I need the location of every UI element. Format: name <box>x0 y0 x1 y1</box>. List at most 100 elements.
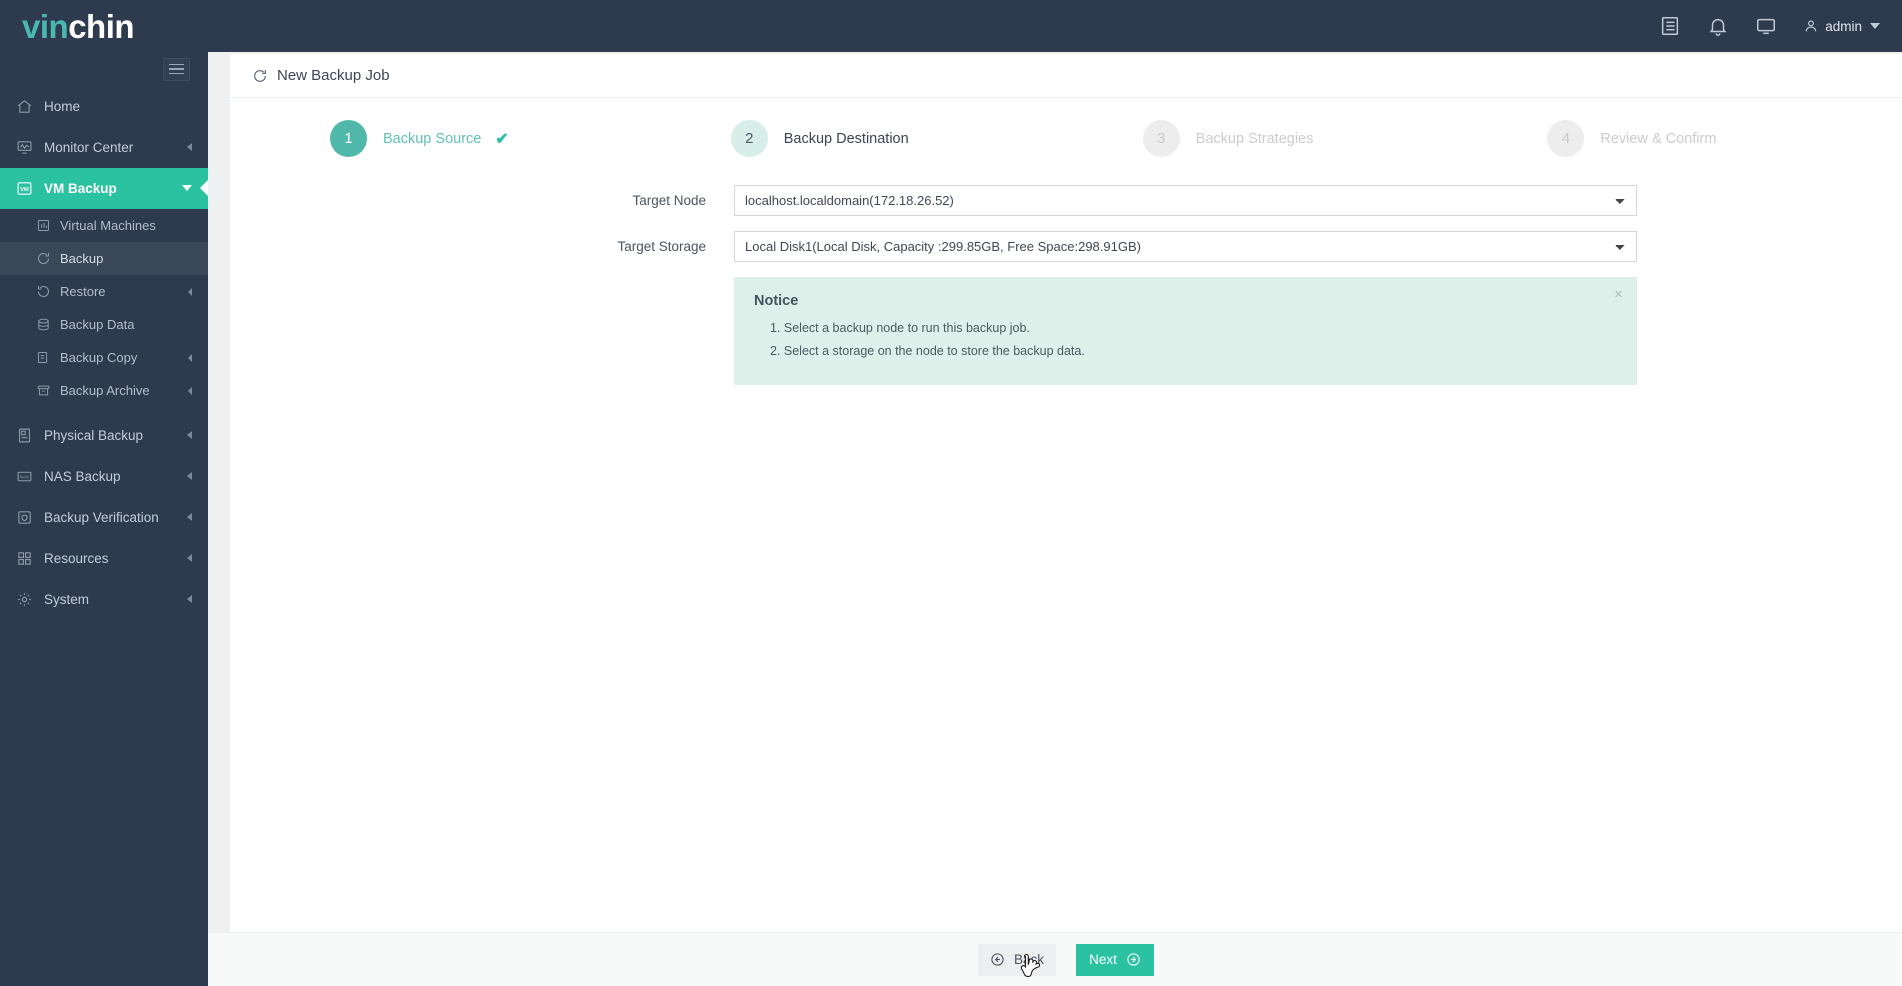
step-backup-strategies: 3 Backup Strategies <box>1142 120 1314 157</box>
user-avatar-icon <box>1803 18 1819 34</box>
system-gear-icon <box>16 591 33 608</box>
sidebar-subitem-label: Backup Data <box>60 317 135 332</box>
sidebar: Home Monitor Center VM VM Backup Virtual… <box>0 52 208 986</box>
notice-box: × Notice 1. Select a backup node to run … <box>734 277 1637 385</box>
sidebar-subitem-label: Backup <box>60 251 104 266</box>
sidebar-item-label: Resources <box>44 550 109 566</box>
chevron-down-icon <box>182 185 192 191</box>
monitor-center-icon <box>16 139 33 156</box>
sidebar-collapse-toggle-button[interactable] <box>163 57 190 81</box>
step-number: 4 <box>1547 120 1585 157</box>
chevron-right-icon <box>187 513 192 521</box>
physical-backup-icon <box>16 427 33 444</box>
chevron-right-icon <box>187 143 192 151</box>
chevron-down-icon <box>1870 23 1880 29</box>
target-node-select[interactable]: localhost.localdomain(172.18.26.52) <box>734 185 1637 216</box>
vm-backup-icon: VM <box>16 180 33 197</box>
sidebar-item-backup-copy[interactable]: Backup Copy <box>0 341 208 374</box>
sidebar-item-physical-backup[interactable]: Physical Backup <box>0 415 208 456</box>
arrow-left-circle-icon <box>990 952 1005 967</box>
console-monitor-icon[interactable] <box>1755 15 1777 37</box>
sidebar-item-backup-archive[interactable]: Backup Archive <box>0 374 208 407</box>
sidebar-item-label: Home <box>44 98 81 114</box>
backup-verification-icon <box>16 509 33 526</box>
sidebar-item-label: Physical Backup <box>44 427 144 443</box>
sidebar-item-virtual-machines[interactable]: Virtual Machines <box>0 209 208 242</box>
sidebar-item-label: NAS Backup <box>44 468 121 484</box>
backup-icon <box>36 251 51 266</box>
restore-icon <box>36 284 51 299</box>
close-icon[interactable]: × <box>1614 287 1623 302</box>
sidebar-item-backup-data[interactable]: Backup Data <box>0 308 208 341</box>
target-storage-row: Target Storage Local Disk1(Local Disk, C… <box>230 231 1902 262</box>
step-backup-source[interactable]: 1 Backup Source ✔ <box>330 120 509 157</box>
notice-line: 1. Select a backup node to run this back… <box>770 321 1030 335</box>
step-label: Review & Confirm <box>1600 130 1717 147</box>
chevron-right-icon <box>188 386 192 395</box>
wizard-footer: Back Next <box>208 932 1902 986</box>
sidebar-item-restore[interactable]: Restore <box>0 275 208 308</box>
sidebar-item-backup-verification[interactable]: Backup Verification <box>0 497 208 538</box>
sidebar-item-resources[interactable]: Resources <box>0 538 208 579</box>
logs-icon[interactable] <box>1659 15 1681 37</box>
back-button-label: Back <box>1013 952 1044 967</box>
target-node-label: Target Node <box>632 193 706 208</box>
backup-archive-icon <box>36 383 51 398</box>
user-menu[interactable]: admin <box>1803 18 1880 34</box>
refresh-circle-icon <box>252 68 268 84</box>
app-root: vinchin admin Home Monitor Center VM VM … <box>0 0 1902 986</box>
sidebar-item-system[interactable]: System <box>0 579 208 620</box>
svg-text:VM: VM <box>20 186 29 192</box>
step-number: 2 <box>730 120 768 157</box>
backup-copy-icon <box>36 350 51 365</box>
chevron-right-icon <box>187 431 192 439</box>
sidebar-item-backup[interactable]: Backup <box>0 242 208 275</box>
sidebar-item-label: System <box>44 591 90 607</box>
arrow-right-circle-icon <box>1126 952 1141 967</box>
new-backup-job-panel: New Backup Job 1 Backup Source ✔ 2 Backu… <box>230 54 1902 934</box>
step-spacer <box>1313 120 1547 157</box>
step-number: 3 <box>1142 120 1180 157</box>
step-label: Backup Source <box>383 130 482 147</box>
chevron-right-icon <box>188 287 192 296</box>
step-complete-check-icon: ✔ <box>495 130 509 148</box>
sidebar-item-label: Backup Verification <box>44 509 159 525</box>
step-spacer <box>909 120 1143 157</box>
sidebar-item-label: VM Backup <box>44 180 117 196</box>
step-label: Backup Destination <box>783 130 909 147</box>
notification-bell-icon[interactable] <box>1707 15 1729 37</box>
sidebar-item-home[interactable]: Home <box>0 86 208 127</box>
sidebar-subitem-label: Restore <box>60 284 106 299</box>
user-name: admin <box>1825 18 1862 34</box>
target-node-row: Target Node localhost.localdomain(172.18… <box>230 185 1902 216</box>
top-bar: vinchin admin <box>0 0 1902 52</box>
sidebar-item-vm-backup[interactable]: VM VM Backup <box>0 168 208 209</box>
backup-data-icon <box>36 317 51 332</box>
logo-text-primary: vin <box>22 7 69 45</box>
sidebar-item-nas-backup[interactable]: NAS NAS Backup <box>0 456 208 497</box>
page-title: New Backup Job <box>277 67 390 84</box>
chevron-right-icon <box>187 472 192 480</box>
target-storage-select[interactable]: Local Disk1(Local Disk, Capacity :299.85… <box>734 231 1637 262</box>
home-icon <box>16 98 33 115</box>
next-button[interactable]: Next <box>1076 943 1154 976</box>
notice-line: 2. Select a storage on the node to store… <box>770 344 1085 358</box>
step-label: Backup Strategies <box>1195 130 1314 147</box>
nas-backup-icon: NAS <box>16 468 33 485</box>
vinchin-logo[interactable]: vinchin <box>22 7 135 45</box>
sidebar-item-label: Monitor Center <box>44 139 134 155</box>
step-review-confirm: 4 Review & Confirm <box>1547 120 1716 157</box>
sidebar-divider <box>0 407 208 415</box>
chevron-right-icon <box>187 554 192 562</box>
backup-destination-form: Target Node localhost.localdomain(172.18… <box>230 157 1902 385</box>
step-backup-destination[interactable]: 2 Backup Destination <box>730 120 909 157</box>
sidebar-subitem-label: Virtual Machines <box>60 218 156 233</box>
sidebar-item-monitor-center[interactable]: Monitor Center <box>0 127 208 168</box>
wizard-steps: 1 Backup Source ✔ 2 Backup Destination 3… <box>230 98 1902 157</box>
logo-text-secondary: chin <box>68 7 135 45</box>
notice-title: Notice <box>754 293 799 309</box>
target-storage-label: Target Storage <box>617 239 706 254</box>
step-spacer <box>509 120 731 157</box>
chevron-right-icon <box>187 595 192 603</box>
back-button[interactable]: Back <box>978 943 1056 976</box>
